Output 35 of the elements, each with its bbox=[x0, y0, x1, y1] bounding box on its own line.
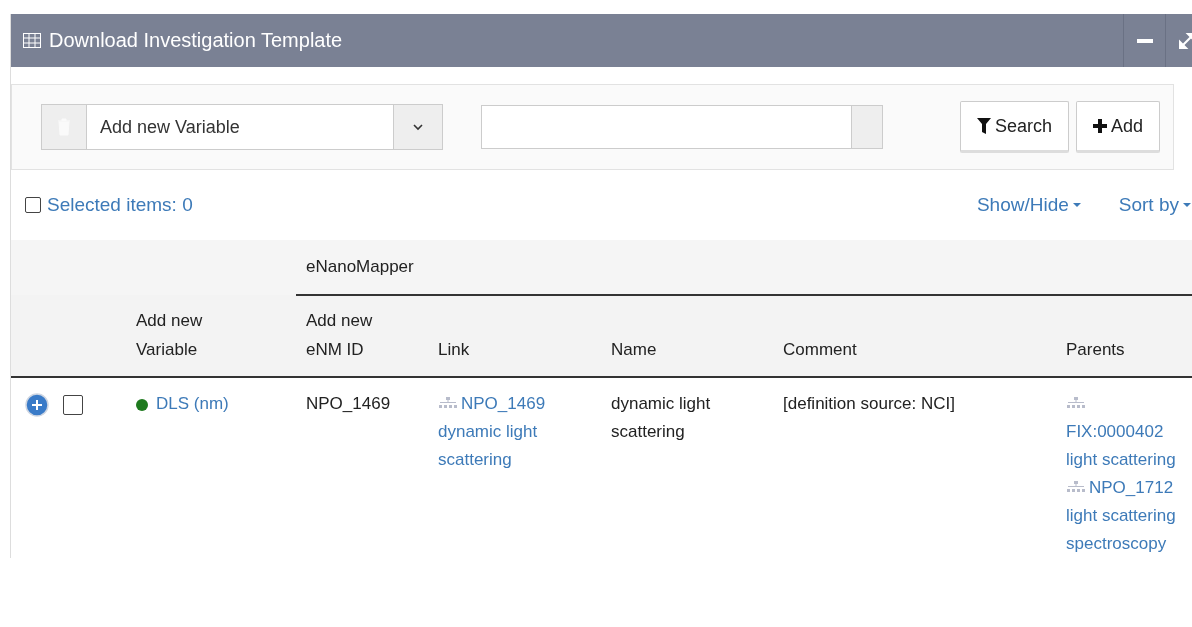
column-header: Link bbox=[438, 339, 470, 361]
chevron-down-icon bbox=[412, 123, 424, 131]
search-button[interactable]: Search bbox=[960, 101, 1070, 153]
column-header: Add new Variable bbox=[136, 310, 204, 361]
expand-row-button[interactable] bbox=[25, 393, 49, 420]
dropdown-menu[interactable]: Show/Hide bbox=[976, 194, 1081, 216]
table-icon bbox=[23, 33, 41, 48]
select-all-checkbox[interactable] bbox=[25, 197, 41, 213]
column-header: Parents bbox=[1066, 339, 1125, 361]
hierarchy-icon bbox=[438, 397, 458, 409]
expand-icon bbox=[1176, 30, 1192, 51]
search-field[interactable] bbox=[481, 105, 883, 149]
column-header: Add new eNM ID bbox=[306, 310, 374, 361]
parent-link[interactable]: NPO_1712 light scattering spectroscopy bbox=[1066, 474, 1178, 558]
row-checkbox[interactable] bbox=[63, 395, 83, 415]
hierarchy-icon bbox=[1066, 397, 1086, 409]
selected-items-link[interactable]: Selected items: 0 bbox=[47, 194, 193, 216]
table-cell: [definition source: NCI] bbox=[783, 394, 955, 413]
dropdown-menu[interactable]: Sort by bbox=[1118, 194, 1191, 216]
variable-link[interactable]: DLS (nm) bbox=[156, 394, 229, 413]
plus-circle-icon bbox=[25, 393, 49, 417]
group-header: eNanoMapper bbox=[306, 257, 414, 276]
add-button[interactable]: Add bbox=[1076, 101, 1161, 153]
column-header: Name bbox=[611, 339, 657, 361]
window-title: Download Investigation Template bbox=[49, 29, 344, 52]
minus-icon bbox=[1136, 38, 1153, 43]
parent-link[interactable]: FIX:0000402 light scattering bbox=[1066, 390, 1178, 474]
table-cell: NPO_1469 bbox=[306, 394, 391, 413]
hierarchy-icon bbox=[1066, 481, 1086, 493]
column-header: Comment bbox=[783, 339, 857, 361]
term-link[interactable]: NPO_1469 dynamic light scattering bbox=[438, 390, 591, 474]
variable-select[interactable]: Add new Variable bbox=[41, 104, 443, 150]
filter-icon bbox=[977, 118, 991, 134]
plus-icon bbox=[1093, 119, 1108, 133]
table-cell: dynamic light scattering bbox=[611, 394, 711, 441]
